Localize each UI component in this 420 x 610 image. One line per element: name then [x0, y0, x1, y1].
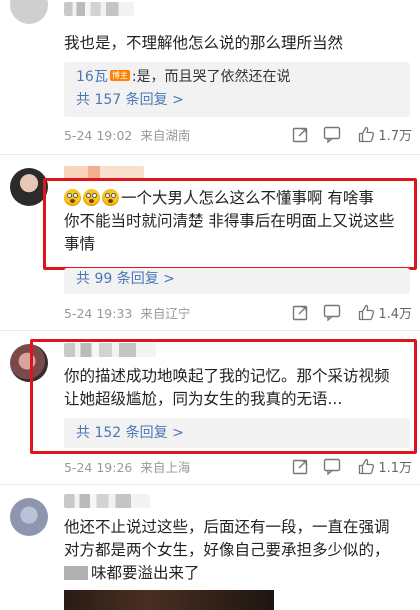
comment-date: 5-24 19:02: [64, 128, 133, 143]
reply-box[interactable]: 共 152 条回复 >: [64, 418, 410, 448]
comment-text-line: 你不能当时就问清楚 非得事后在明面上又说这些: [64, 212, 395, 230]
divider: [0, 484, 420, 485]
like-button[interactable]: 1.7万: [358, 125, 412, 144]
comment-text-line: 味都要溢出来了: [91, 564, 200, 582]
reply-box[interactable]: 16瓦 博主:是，而且哭了依然还在说 共 157 条回复 >: [64, 62, 410, 117]
flushed-emoji-icon: [102, 189, 119, 206]
comment-text: 你的描述成功地唤起了我的记忆。那个采访视频 让她超级尴尬，同为女生的我真的无语.…: [64, 365, 404, 411]
video-thumbnail[interactable]: [64, 590, 274, 610]
comment-meta: 5-24 19:02 来自湖南: [64, 128, 190, 144]
comment-icon[interactable]: [316, 124, 348, 144]
share-icon[interactable]: [284, 456, 316, 476]
reply-count-link[interactable]: 共 152 条回复 >: [64, 418, 410, 448]
comment-icon[interactable]: [316, 302, 348, 322]
comment-text: 我也是，不理解他怎么说的那么理所当然: [64, 34, 344, 52]
username-redacted[interactable]: [64, 2, 134, 16]
comment-actions: 1.1万: [284, 456, 412, 476]
redacted-text: [64, 566, 88, 580]
comment-text-line: 他还不止说过这些，后面还有一段，一直在强调: [64, 518, 390, 536]
like-button[interactable]: 1.4万: [358, 303, 412, 322]
author-badge: 博主: [109, 70, 130, 81]
flushed-emoji-icon: [83, 189, 100, 206]
reply-text: :是，而且哭了依然还在说: [131, 69, 291, 85]
avatar[interactable]: [10, 168, 48, 206]
comment-text: 一个大男人怎么这么不懂事啊 有啥事 你不能当时就问清楚 非得事后在明面上又说这些…: [64, 187, 404, 256]
reply-count-link[interactable]: 共 157 条回复 >: [64, 87, 410, 117]
reply-box[interactable]: 共 99 条回复 >: [64, 268, 410, 294]
divider: [0, 154, 420, 155]
comment-meta: 5-24 19:33 来自辽宁: [64, 306, 190, 322]
username-redacted[interactable]: [64, 343, 156, 357]
reply-count-link[interactable]: 共 99 条回复 >: [64, 268, 410, 294]
username-redacted[interactable]: [64, 494, 150, 508]
comment-icon[interactable]: [316, 456, 348, 476]
comment-text-line: 对方都是两个女生，好像自己要承担多少似的，: [64, 541, 390, 559]
comment-text-line: 事情: [64, 235, 96, 253]
username-redacted[interactable]: [64, 166, 144, 180]
avatar[interactable]: [10, 0, 48, 24]
comment-location: 来自湖南: [140, 128, 191, 143]
avatar[interactable]: [10, 498, 48, 536]
share-icon[interactable]: [284, 302, 316, 322]
like-count: 1.7万: [378, 128, 412, 144]
comment-actions: 1.4万: [284, 302, 412, 322]
comment-date: 5-24 19:26: [64, 460, 133, 475]
like-icon: [359, 458, 375, 474]
like-count: 1.4万: [378, 306, 412, 322]
comment-text-line: 一个大男人怎么这么不懂事啊 有啥事: [121, 189, 374, 207]
like-button[interactable]: 1.1万: [358, 457, 412, 476]
comment-location: 来自上海: [140, 460, 191, 475]
comment-text-line: 让她超级尴尬，同为女生的我真的无语...: [64, 390, 343, 408]
avatar[interactable]: [10, 344, 48, 382]
reply-author[interactable]: 16瓦: [76, 69, 108, 85]
flushed-emoji-icon: [64, 189, 81, 206]
divider: [0, 330, 420, 331]
comment-meta: 5-24 19:26 来自上海: [64, 460, 190, 476]
comment-text-line: 你的描述成功地唤起了我的记忆。那个采访视频: [64, 367, 390, 385]
reply-line: 16瓦 博主:是，而且哭了依然还在说: [64, 62, 410, 87]
share-icon[interactable]: [284, 124, 316, 144]
like-icon: [359, 304, 375, 320]
comment-date: 5-24 19:33: [64, 306, 133, 321]
comment-location: 来自辽宁: [140, 306, 191, 321]
comment-actions: 1.7万: [284, 124, 412, 144]
like-icon: [359, 126, 375, 142]
comment-text: 他还不止说过这些，后面还有一段，一直在强调 对方都是两个女生，好像自己要承担多少…: [64, 516, 404, 585]
like-count: 1.1万: [378, 460, 412, 476]
